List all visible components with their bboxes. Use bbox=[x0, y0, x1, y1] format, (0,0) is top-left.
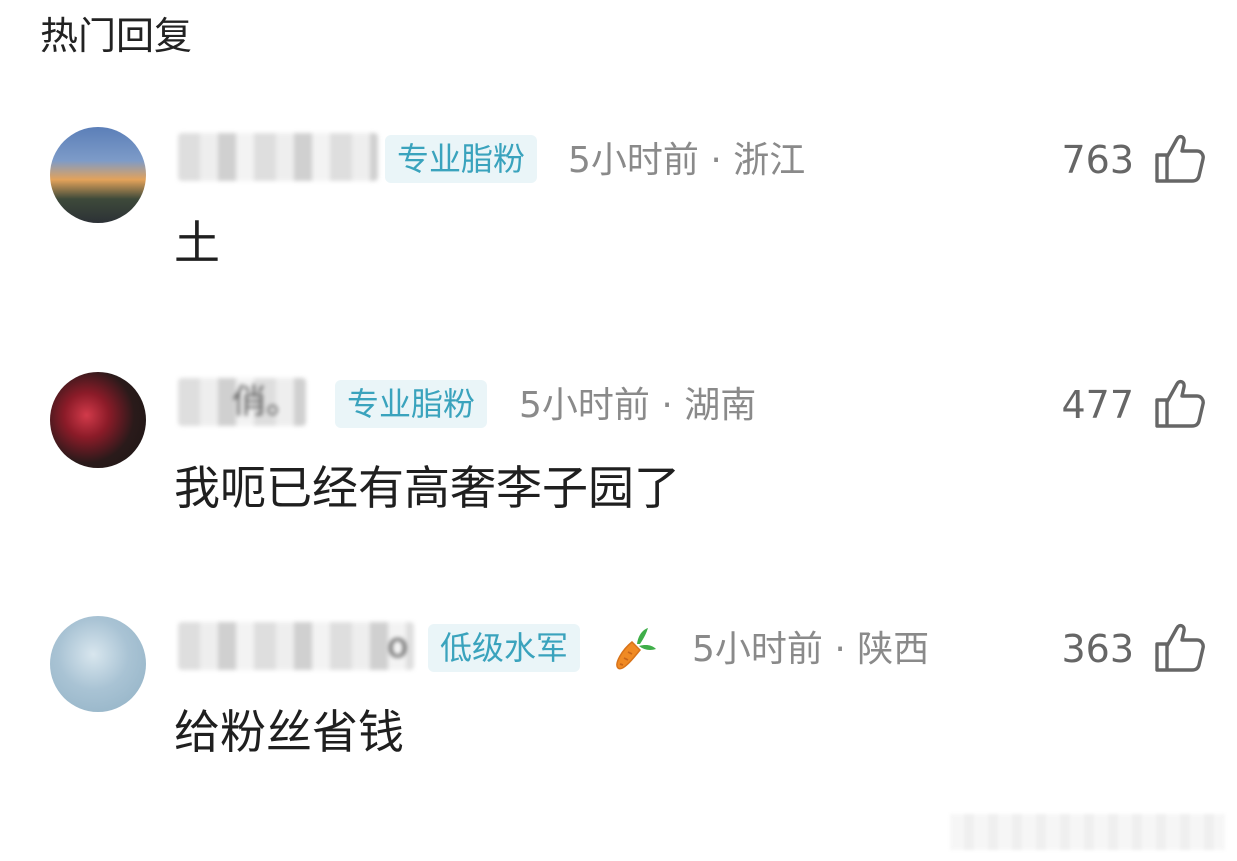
section-title: 热门回复 bbox=[40, 14, 193, 58]
avatar[interactable] bbox=[50, 372, 146, 468]
avatar[interactable] bbox=[50, 127, 146, 223]
thumbs-up-icon bbox=[1155, 379, 1205, 428]
timestamp: 5小时前 bbox=[568, 140, 699, 181]
like-button[interactable] bbox=[1153, 376, 1207, 430]
comment-text: 我呃已经有高奢李子园了 bbox=[174, 461, 680, 515]
comment-item: 专业脂粉 5小时前 · 浙江 763 土 bbox=[0, 127, 1237, 277]
comment-item: o 低级水军 5小时前 · 陕西 363 给粉丝省钱 bbox=[0, 616, 1237, 766]
location: 陕西 bbox=[857, 629, 930, 670]
like-button[interactable] bbox=[1153, 620, 1207, 674]
avatar[interactable] bbox=[50, 616, 146, 712]
like-count: 477 bbox=[1061, 383, 1134, 427]
comment-meta: 5小时前 · 湖南 bbox=[519, 382, 756, 430]
thumbs-up-icon bbox=[1155, 623, 1205, 672]
username[interactable]: o bbox=[178, 622, 414, 670]
comment-item: 俏。 专业脂粉 5小时前 · 湖南 477 我呃已经有高奢李子园了 bbox=[0, 372, 1237, 522]
blurred-watermark bbox=[950, 814, 1225, 850]
location: 湖南 bbox=[684, 385, 757, 426]
meta-separator: · bbox=[834, 629, 846, 670]
thumbs-up-icon bbox=[1155, 134, 1205, 183]
username[interactable] bbox=[178, 133, 378, 181]
like-count: 363 bbox=[1061, 627, 1134, 671]
comment-meta: 5小时前 · 陕西 bbox=[692, 626, 929, 674]
comment-text: 给粉丝省钱 bbox=[174, 705, 404, 759]
like-button[interactable] bbox=[1153, 131, 1207, 185]
meta-separator: · bbox=[661, 385, 673, 426]
fan-level-badge[interactable]: 专业脂粉 bbox=[385, 135, 538, 183]
meta-separator: · bbox=[710, 140, 722, 181]
comment-meta: 5小时前 · 浙江 bbox=[568, 137, 805, 185]
like-count: 763 bbox=[1061, 138, 1134, 182]
carrot-icon bbox=[616, 628, 656, 670]
fan-level-badge[interactable]: 低级水军 bbox=[428, 624, 581, 672]
fan-level-badge[interactable]: 专业脂粉 bbox=[335, 380, 488, 428]
username[interactable]: 俏。 bbox=[178, 378, 306, 426]
timestamp: 5小时前 bbox=[692, 629, 823, 670]
comment-text: 土 bbox=[174, 216, 220, 270]
timestamp: 5小时前 bbox=[519, 385, 650, 426]
location: 浙江 bbox=[733, 140, 806, 181]
